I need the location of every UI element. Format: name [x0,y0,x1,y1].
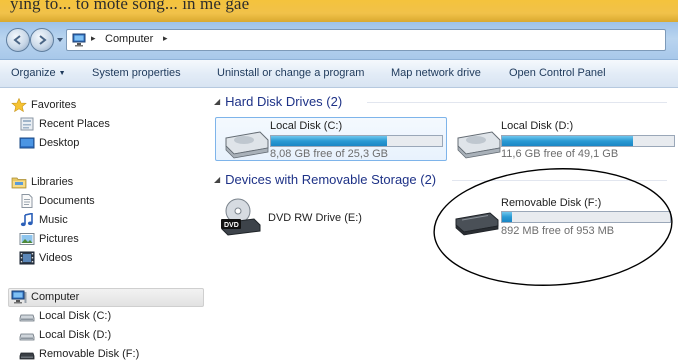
drive-tile-c[interactable]: Local Disk (C:) 8,08 GB free of 25,3 GB [218,120,448,160]
nav-music-label: Music [39,214,68,226]
breadcrumb-separator-icon[interactable]: ▸ [163,33,168,44]
nav-videos-label: Videos [39,252,73,264]
nav-computer-label: Computer [31,291,80,303]
organize-button[interactable]: Organize ▼ [11,67,66,79]
recent-pages-dropdown-icon[interactable] [55,35,65,45]
hard-drive-icon [225,131,269,159]
star-icon [11,98,27,112]
drive-c-free-space: 8,08 GB free of 25,3 GB [270,148,389,160]
content-pane: ◢ Hard Disk Drives (2) Local Disk (C:) 8,… [207,89,678,363]
desktop-icon [19,137,35,149]
nav-libraries-label: Libraries [31,176,74,188]
drive-tile-e[interactable]: DVD DVD RW Drive (E:) [218,197,418,241]
music-icon [20,213,33,227]
open-control-panel-button[interactable]: Open Control Panel [509,67,606,79]
nav-local-disk-c-label: Local Disk (C:) [39,310,112,322]
address-bar-row: ▸ Computer ▸ [0,22,678,60]
drive-d-usage-fill [502,136,633,146]
group-divider [367,102,667,103]
nav-documents-label: Documents [39,195,95,207]
nav-favorites-label: Favorites [31,99,77,111]
documents-icon [21,194,33,208]
breadcrumb-separator-icon[interactable]: ▸ [91,33,96,44]
drive-d-free-space: 11,6 GB free of 49,1 GB [501,148,619,160]
pictures-icon [19,233,35,245]
back-arrow-icon [13,35,21,45]
videos-icon [19,251,35,265]
forward-arrow-icon [39,35,47,45]
collapse-triangle-icon[interactable]: ◢ [214,175,220,184]
dvd-logo-text: DVD [224,222,239,229]
address-box[interactable]: ▸ Computer ▸ [66,29,666,51]
group-title-hard-disk-drives: Hard Disk Drives (2) [225,94,343,109]
command-bar: Organize ▼ System properties Uninstall or… [0,60,678,88]
drive-d-name: Local Disk (D:) [501,120,574,132]
group-header-removable-storage[interactable]: ◢ Devices with Removable Storage (2) [214,172,436,187]
removable-drive-icon [19,352,35,360]
nav-removable-disk-f-label: Removable Disk (F:) [39,348,140,360]
drive-c-usage-bar [270,135,443,147]
forward-button[interactable] [30,28,54,52]
drive-tile-d[interactable]: Local Disk (D:) 11,6 GB free of 49,1 GB [452,120,678,160]
drive-c-name: Local Disk (C:) [270,120,343,132]
group-header-hard-disk-drives[interactable]: ◢ Hard Disk Drives (2) [214,94,342,109]
navigation-pane: Favorites Recent Places Desktop Librarie… [0,89,207,363]
organize-label: Organize [11,67,56,79]
dropdown-caret-icon: ▼ [58,70,66,77]
annotation-circle [433,168,673,286]
system-properties-button[interactable]: System properties [92,67,181,79]
group-title-removable-storage: Devices with Removable Storage (2) [225,172,437,187]
nav-pictures-label: Pictures [39,233,79,245]
uninstall-program-button[interactable]: Uninstall or change a program [217,67,364,79]
nav-local-disk-d-label: Local Disk (D:) [39,329,112,341]
banner-text: ying to... to mote song... in me gae [10,0,250,13]
recent-places-icon [20,117,34,131]
hard-drive-icon [19,333,35,341]
map-network-drive-button[interactable]: Map network drive [391,67,481,79]
hard-drive-icon [457,131,501,159]
computer-icon [72,33,86,47]
nav-desktop-label: Desktop [39,137,80,149]
drive-d-usage-bar [501,135,675,147]
hard-drive-icon [19,314,35,322]
document-banner: ying to... to mote song... in me gae [0,0,678,22]
drive-e-name: DVD RW Drive (E:) [268,212,362,224]
back-button[interactable] [6,28,30,52]
drive-c-usage-fill [271,136,388,146]
dvd-drive-icon: DVD [221,198,261,236]
collapse-triangle-icon[interactable]: ◢ [214,97,220,106]
libraries-icon [11,177,27,189]
breadcrumb-computer[interactable]: Computer [105,33,153,45]
computer-icon [11,290,27,304]
nav-recent-places-label: Recent Places [39,118,110,130]
